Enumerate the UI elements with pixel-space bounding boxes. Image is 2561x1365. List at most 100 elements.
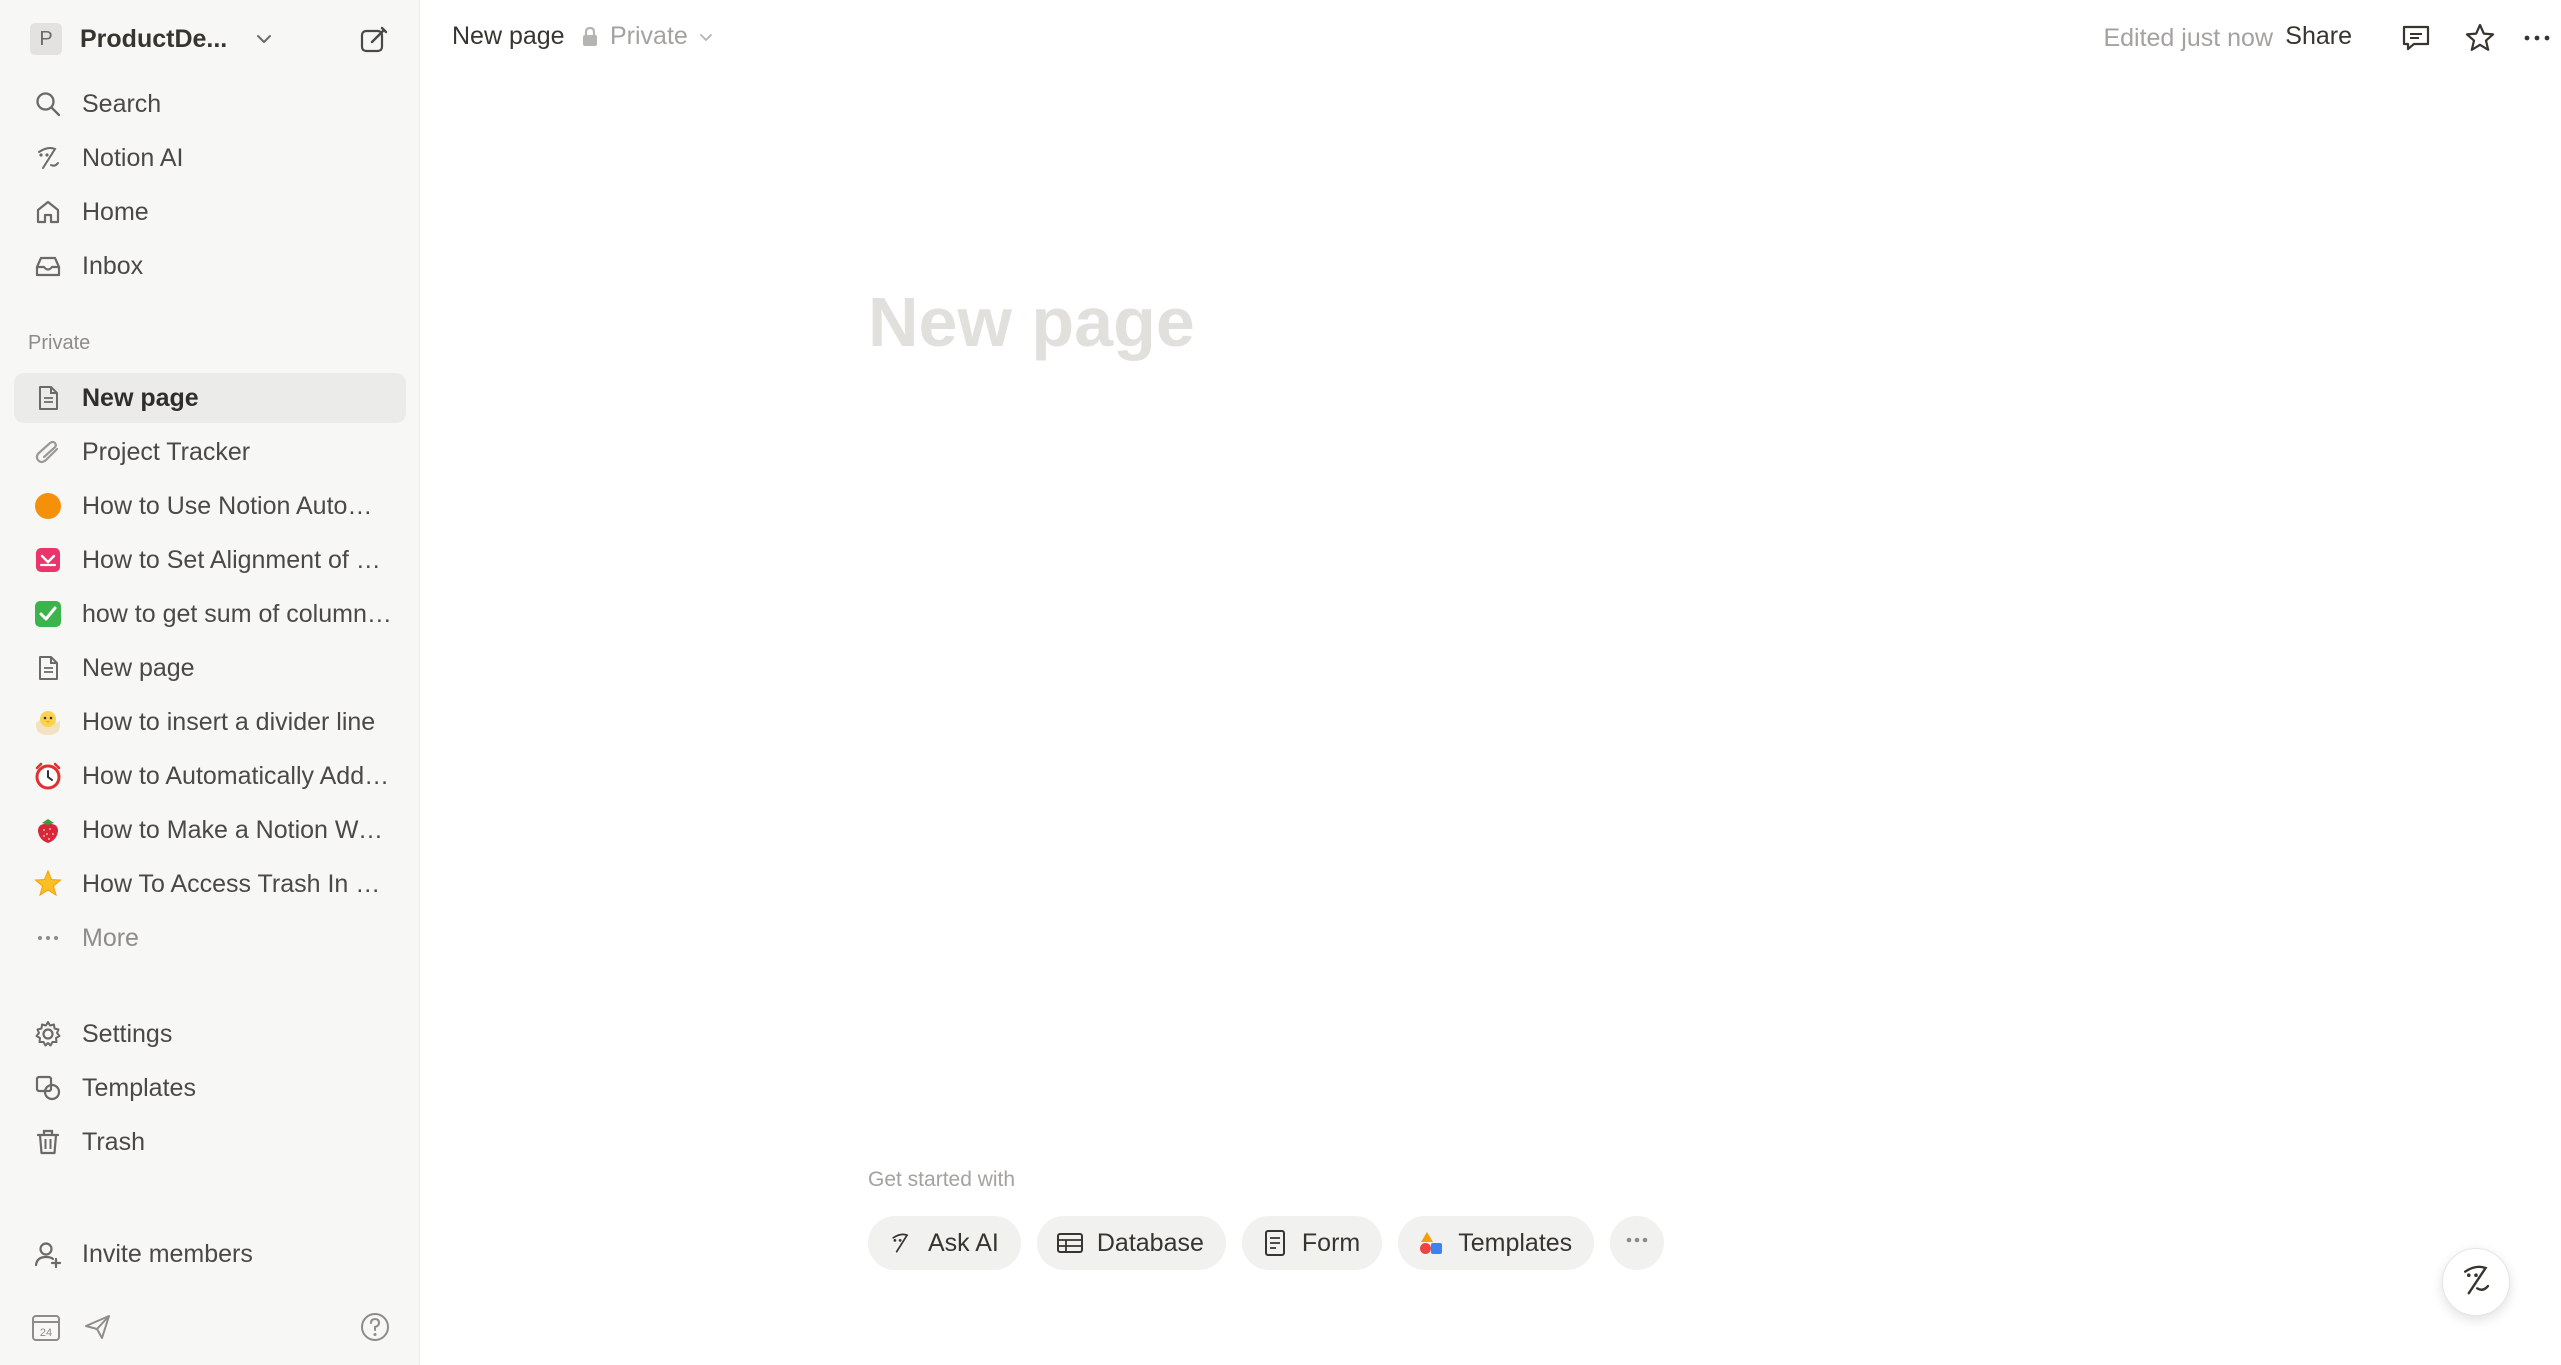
form-icon — [1260, 1228, 1290, 1258]
invite-members-label: Invite members — [82, 1239, 253, 1268]
topbar: New page Private Edited just now Share — [420, 0, 2561, 78]
sidebar-item-templates[interactable]: Templates — [14, 1063, 406, 1113]
sidebar-page-label: How to Automatically Add Dates — [82, 761, 392, 790]
privacy-dropdown[interactable]: Private — [580, 22, 714, 51]
sidebar-page-label: How to Make a Notion Website — [82, 815, 392, 844]
paperclip-icon — [30, 434, 66, 470]
sidebar-page-label: How to insert a divider line — [82, 707, 376, 736]
chip-label: Ask AI — [928, 1228, 999, 1257]
sidebar-page-label: Project Tracker — [82, 437, 251, 466]
invite-members-button[interactable]: Invite members — [14, 1229, 406, 1279]
chip-label: Database — [1096, 1228, 1204, 1257]
edited-status: Edited just now — [2103, 24, 2273, 52]
workspace-avatar: P — [30, 23, 62, 55]
get-started-chips: Ask AI Database Form Templates — [868, 1216, 1680, 1270]
sidebar-item-label: Search — [82, 89, 162, 118]
sidebar-more-label: More — [82, 923, 139, 952]
pink-box-icon — [30, 542, 66, 578]
notion-app: P ProductDe... Search Notion AI Home Inb… — [0, 0, 2561, 1365]
workspace-switcher[interactable]: P ProductDe... — [14, 14, 404, 64]
send-icon[interactable] — [79, 1308, 117, 1346]
inbox-icon — [30, 248, 66, 284]
alarm-clock-icon — [30, 758, 66, 794]
get-started-label: Get started with — [868, 1168, 1016, 1191]
sidebar-page-label: how to get sum of column in notion — [82, 599, 392, 628]
page-icon — [30, 380, 66, 416]
sidebar-item-label: Inbox — [82, 251, 144, 280]
comments-icon[interactable] — [2396, 18, 2436, 58]
more-options-chip[interactable] — [1610, 1216, 1665, 1270]
more-dots-icon — [1622, 1225, 1652, 1262]
ask-ai-button[interactable]: Ask AI — [868, 1216, 1021, 1270]
trash-icon — [30, 1124, 66, 1160]
sidebar-page-new-page[interactable]: New page — [14, 373, 406, 423]
home-icon — [30, 194, 66, 230]
sidebar-page-label: How to Use Notion Automations — [82, 491, 392, 520]
notion-ai-icon — [2458, 1262, 2494, 1303]
sidebar-item-label: Home — [82, 197, 149, 226]
sidebar-item-label: Notion AI — [82, 143, 184, 172]
sidebar-item-label: Templates — [82, 1073, 196, 1102]
sidebar-page-new-page-2[interactable]: New page — [14, 643, 406, 693]
more-options-icon[interactable] — [2517, 18, 2557, 58]
table-icon — [1055, 1228, 1085, 1258]
sidebar-page-sum-of-column[interactable]: how to get sum of column in notion — [14, 589, 406, 639]
calendar-day: 24 — [40, 1327, 52, 1339]
sidebar-page-project-tracker[interactable]: Project Tracker — [14, 427, 406, 477]
sidebar-item-inbox[interactable]: Inbox — [14, 241, 406, 291]
sidebar-more[interactable]: More — [14, 913, 406, 963]
notion-ai-floating-button[interactable] — [2442, 1248, 2510, 1316]
share-button[interactable]: Share — [2285, 22, 2352, 51]
sidebar-page-label: How to Set Alignment of a Table — [82, 545, 392, 574]
sidebar-page-label: New page — [82, 653, 195, 682]
sidebar: P ProductDe... Search Notion AI Home Inb… — [0, 0, 420, 1365]
chip-label: Templates — [1458, 1228, 1573, 1257]
sidebar-page-divider-line[interactable]: How to insert a divider line — [14, 697, 406, 747]
sidebar-item-notion-ai[interactable]: Notion AI — [14, 133, 406, 183]
page-title-input[interactable]: New page — [868, 282, 1195, 362]
sidebar-item-label: Settings — [82, 1019, 173, 1048]
star-favorite-icon[interactable] — [2460, 18, 2500, 58]
chick-icon — [30, 704, 66, 740]
gear-icon — [30, 1016, 66, 1052]
sidebar-page-set-alignment[interactable]: How to Set Alignment of a Table — [14, 535, 406, 585]
templates-icon — [30, 1070, 66, 1106]
form-button[interactable]: Form — [1241, 1216, 1383, 1270]
notion-ai-icon — [886, 1228, 916, 1258]
star-emoji-icon — [30, 866, 66, 902]
sidebar-page-notion-website[interactable]: How to Make a Notion Website — [14, 805, 406, 855]
orange-circle-icon — [30, 488, 66, 524]
sidebar-page-label: New page — [82, 383, 199, 412]
sidebar-item-settings[interactable]: Settings — [14, 1009, 406, 1059]
strawberry-icon — [30, 812, 66, 848]
sidebar-footer: 24 — [14, 1302, 406, 1352]
notion-ai-icon — [30, 140, 66, 176]
database-button[interactable]: Database — [1036, 1216, 1226, 1270]
page-icon — [30, 650, 66, 686]
sidebar-page-automatically-add[interactable]: How to Automatically Add Dates — [14, 751, 406, 801]
chip-label: Form — [1301, 1228, 1361, 1257]
sidebar-page-notion-automations[interactable]: How to Use Notion Automations — [14, 481, 406, 531]
templates-shapes-icon — [1416, 1228, 1446, 1258]
templates-button[interactable]: Templates — [1398, 1216, 1595, 1270]
calendar-icon[interactable]: 24 — [27, 1308, 65, 1346]
new-page-compose-icon[interactable] — [356, 22, 392, 58]
help-icon[interactable] — [356, 1308, 394, 1346]
sidebar-item-search[interactable]: Search — [14, 79, 406, 129]
sidebar-item-home[interactable]: Home — [14, 187, 406, 237]
sidebar-page-label: How To Access Trash In Notion — [82, 869, 392, 898]
breadcrumb-page-title[interactable]: New page — [452, 22, 565, 51]
workspace-name: ProductDe... — [80, 24, 228, 53]
search-icon — [30, 86, 66, 122]
sidebar-page-access-trash[interactable]: How To Access Trash In Notion — [14, 859, 406, 909]
more-dots-icon — [30, 920, 66, 956]
add-user-icon — [30, 1236, 66, 1272]
chevron-down-icon — [698, 29, 714, 45]
chevron-down-icon — [253, 28, 275, 50]
sidebar-item-label: Trash — [82, 1127, 145, 1156]
private-section-label: Private — [28, 332, 91, 354]
green-check-icon — [30, 596, 66, 632]
sidebar-item-trash[interactable]: Trash — [14, 1117, 406, 1167]
privacy-label: Private — [610, 22, 688, 50]
lock-icon — [580, 26, 600, 48]
